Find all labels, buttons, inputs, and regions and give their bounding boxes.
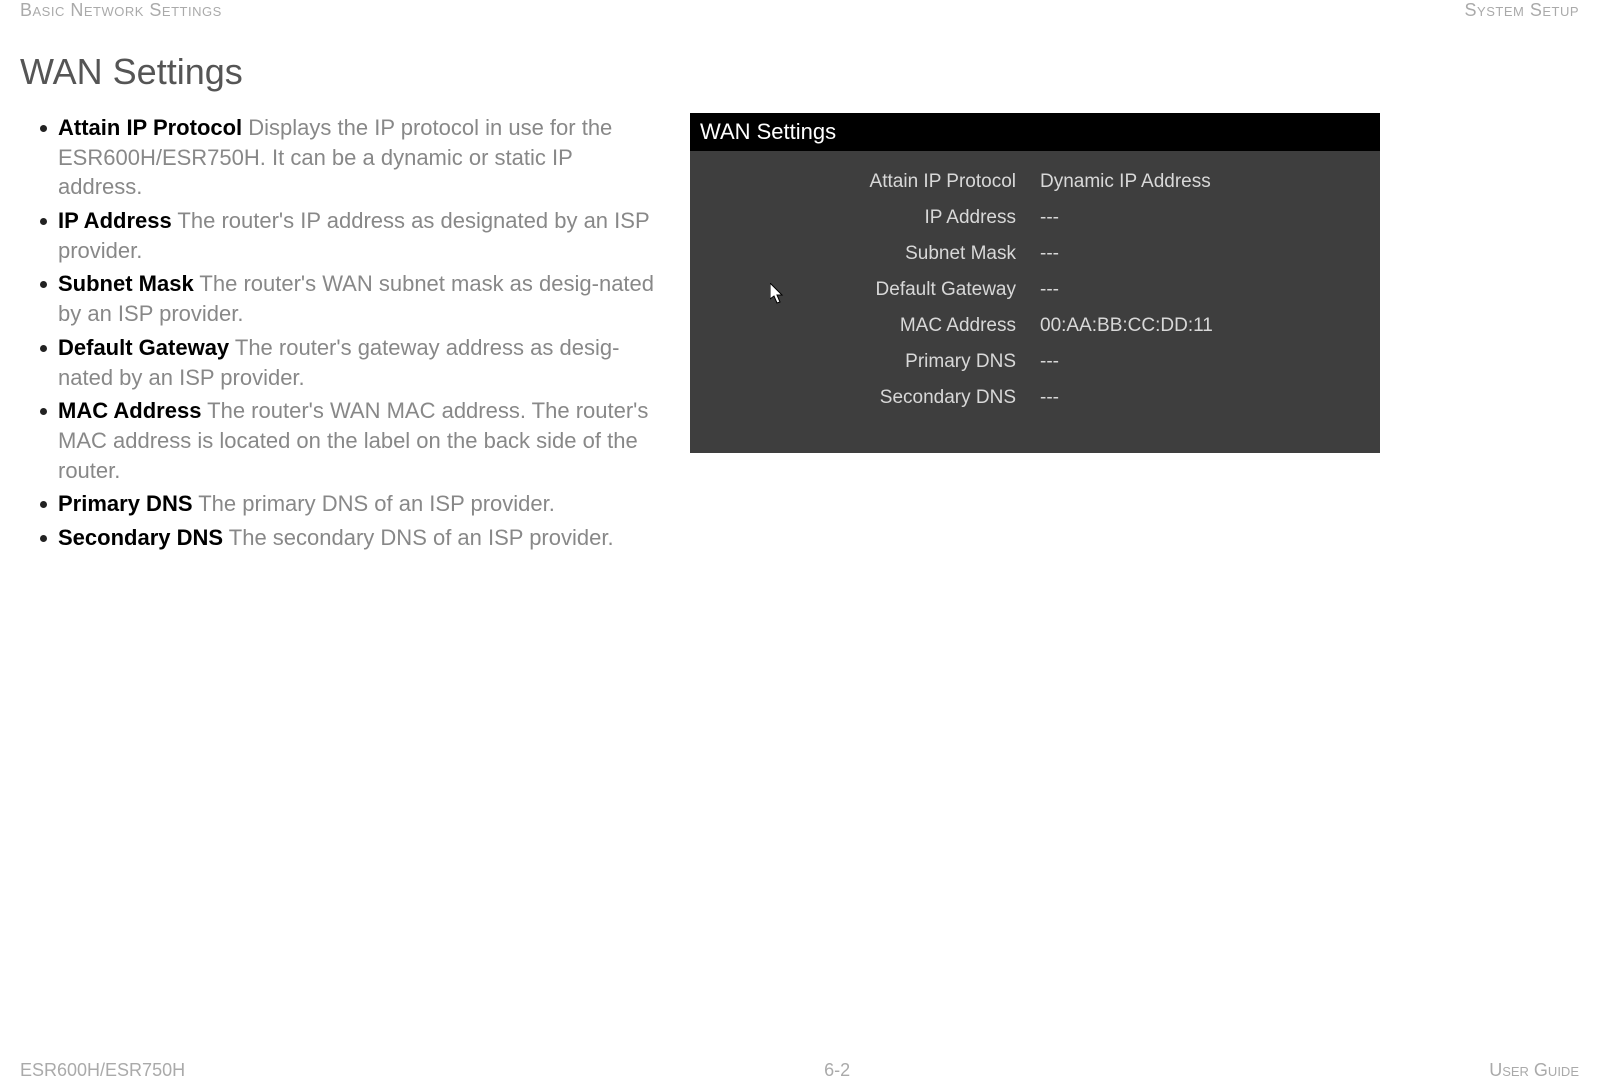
footer-center: 6-2	[185, 1060, 1489, 1081]
panel-row: Subnet Mask ---	[800, 243, 1360, 265]
term: IP Address	[58, 208, 172, 233]
panel-label: MAC Address	[800, 315, 1040, 337]
footer-right: User Guide	[1489, 1060, 1579, 1081]
panel-value: ---	[1040, 387, 1059, 409]
desc: The secondary DNS of an ISP provider.	[223, 525, 614, 550]
page-footer: ESR600H/ESR750H 6-2 User Guide	[0, 1060, 1599, 1081]
list-item: Attain IP Protocol Displays the IP proto…	[40, 113, 660, 202]
term: Default Gateway	[58, 335, 229, 360]
panel-label: Primary DNS	[800, 351, 1040, 373]
list-item: Default Gateway The router's gateway add…	[40, 333, 660, 392]
term: Subnet Mask	[58, 271, 194, 296]
panel-row: IP Address ---	[800, 207, 1360, 229]
panel-row: Attain IP Protocol Dynamic IP Address	[800, 171, 1360, 193]
header-left: Basic Network Settings	[20, 0, 222, 21]
footer-left: ESR600H/ESR750H	[20, 1060, 185, 1081]
panel-row: Default Gateway ---	[800, 279, 1360, 301]
content-area: Attain IP Protocol Displays the IP proto…	[0, 113, 1599, 557]
bullet-list: Attain IP Protocol Displays the IP proto…	[20, 113, 660, 553]
desc: The primary DNS of an ISP provider.	[193, 491, 555, 516]
panel-value: Dynamic IP Address	[1040, 171, 1211, 193]
panel-label: Secondary DNS	[800, 387, 1040, 409]
list-item: MAC Address The router's WAN MAC address…	[40, 396, 660, 485]
term: Secondary DNS	[58, 525, 223, 550]
panel-value: ---	[1040, 207, 1059, 229]
list-item: Subnet Mask The router's WAN subnet mask…	[40, 269, 660, 328]
page-header: Basic Network Settings System Setup	[0, 0, 1599, 21]
panel-value: ---	[1040, 279, 1059, 301]
panel-label: IP Address	[800, 207, 1040, 229]
list-item: IP Address The router's IP address as de…	[40, 206, 660, 265]
panel-label: Attain IP Protocol	[800, 171, 1040, 193]
description-column: Attain IP Protocol Displays the IP proto…	[20, 113, 660, 557]
panel-row: MAC Address 00:AA:BB:CC:DD:11	[800, 315, 1360, 337]
page-title: WAN Settings	[0, 21, 1599, 113]
panel-value: ---	[1040, 351, 1059, 373]
panel-body: Attain IP Protocol Dynamic IP Address IP…	[690, 151, 1380, 443]
panel-row: Secondary DNS ---	[800, 387, 1360, 409]
list-item: Secondary DNS The secondary DNS of an IS…	[40, 523, 660, 553]
wan-settings-panel: WAN Settings Attain IP Protocol Dynamic …	[690, 113, 1380, 453]
list-item: Primary DNS The primary DNS of an ISP pr…	[40, 489, 660, 519]
panel-value: 00:AA:BB:CC:DD:11	[1040, 315, 1213, 337]
panel-value: ---	[1040, 243, 1059, 265]
panel-label: Subnet Mask	[800, 243, 1040, 265]
panel-label: Default Gateway	[800, 279, 1040, 301]
term: MAC Address	[58, 398, 201, 423]
panel-title: WAN Settings	[690, 113, 1380, 151]
panel-row: Primary DNS ---	[800, 351, 1360, 373]
term: Primary DNS	[58, 491, 193, 516]
header-right: System Setup	[1465, 0, 1579, 21]
screenshot-column: WAN Settings Attain IP Protocol Dynamic …	[690, 113, 1380, 557]
term: Attain IP Protocol	[58, 115, 242, 140]
